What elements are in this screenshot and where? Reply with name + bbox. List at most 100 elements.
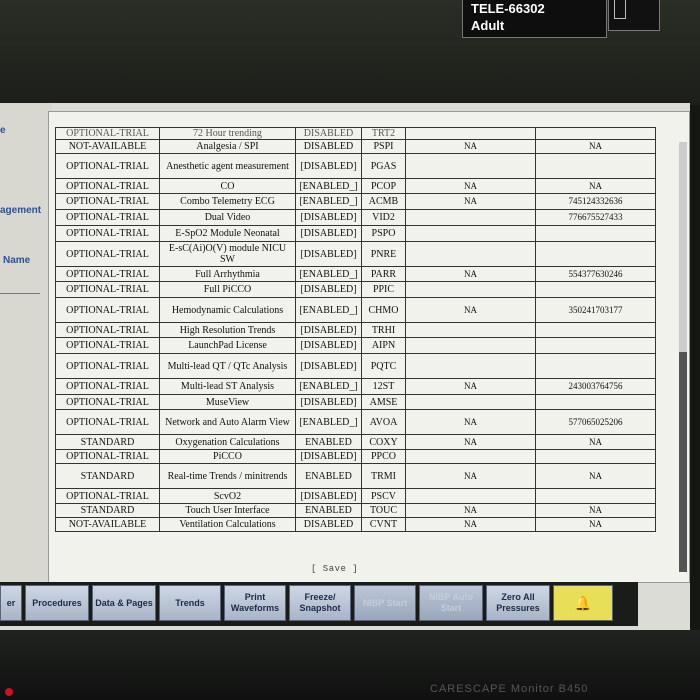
row-status: ENABLED	[295, 434, 362, 450]
row-value-1	[405, 153, 536, 179]
bell-icon: 🔔	[574, 594, 592, 611]
row-status: [DISABLED]	[295, 281, 362, 298]
alarm-silence-button[interactable]: 🔔	[553, 585, 613, 621]
row-feature: PiCCO	[159, 449, 296, 464]
row-status: [DISABLED]	[295, 394, 362, 410]
menu-button-2[interactable]: Data & Pages	[92, 585, 156, 621]
table-row[interactable]: OPTIONAL-TRIAL MuseView [DISABLED] AMSE	[55, 394, 656, 410]
row-value-1: NA	[405, 178, 536, 194]
table-row[interactable]: OPTIONAL-TRIAL CO [ENABLED_] PCOP NA NA	[55, 178, 656, 194]
row-feature: Multi-lead ST Analysis	[159, 378, 296, 395]
row-license-type: OPTIONAL-TRIAL	[55, 225, 160, 242]
row-code: PNRE	[361, 241, 406, 267]
row-license-type: OPTIONAL-TRIAL	[55, 378, 160, 395]
menu-button-6[interactable]: NIBP Start	[354, 585, 416, 621]
patient-info-box[interactable]: TELE-66302 Adult	[462, 0, 607, 38]
row-value-1: NA	[405, 193, 536, 210]
row-value-1	[405, 281, 536, 298]
table-row[interactable]: STANDARD Touch User Interface ENABLED TOUC N…	[55, 503, 656, 518]
table-row[interactable]: NOT-AVAILABLE Ventilation Calculations DIS…	[55, 517, 656, 532]
row-feature: Oxygenation Calculations	[159, 434, 296, 450]
table-row[interactable]: STANDARD Oxygenation Calculations ENABLED C…	[55, 434, 656, 450]
table-row[interactable]: OPTIONAL-TRIAL Dual Video [DISABLED] VID2 77…	[55, 209, 656, 226]
table-row[interactable]: OPTIONAL-TRIAL Network and Auto Alarm Vie…	[55, 409, 656, 435]
menu-button-4[interactable]: Print Waveforms	[224, 585, 286, 621]
row-license-type: OPTIONAL-TRIAL	[55, 449, 160, 464]
row-feature: ScvO2	[159, 488, 296, 504]
row-code: PARR	[361, 266, 406, 282]
row-value-2	[535, 153, 656, 179]
row-status: [DISABLED]	[295, 153, 362, 179]
table-row[interactable]: OPTIONAL-TRIAL LaunchPad License [DISABLED…	[55, 337, 656, 354]
row-value-2: 243003764756	[535, 378, 656, 395]
table-row[interactable]: OPTIONAL-TRIAL E-SpO2 Module Neonatal [DIS…	[55, 225, 656, 242]
table-row[interactable]: OPTIONAL-TRIAL Anesthetic agent measureme…	[55, 153, 656, 179]
row-value-1: NA	[405, 503, 536, 518]
row-code: VID2	[361, 209, 406, 226]
row-value-1	[405, 225, 536, 242]
software-options-dialog: OPTIONAL-TRIAL 72 Hour trending DISABLED…	[48, 111, 690, 583]
table-row[interactable]: OPTIONAL-TRIAL ScvO2 [DISABLED] PSCV	[55, 488, 656, 504]
bottom-menu-bar: er Procedures Data & Pages Trends Print Wave…	[0, 582, 638, 626]
menu-button-1[interactable]: Procedures	[25, 585, 89, 621]
table-row[interactable]: OPTIONAL-TRIAL Multi-lead ST Analysis [ENA…	[55, 378, 656, 395]
row-code: TRHI	[361, 322, 406, 338]
row-code: PSCV	[361, 488, 406, 504]
scrollbar-thumb[interactable]	[679, 352, 687, 572]
row-feature: MuseView	[159, 394, 296, 410]
row-value-2: NA	[535, 517, 656, 532]
row-code: AIPN	[361, 337, 406, 354]
side-label-1: e	[0, 125, 6, 136]
table-row[interactable]: OPTIONAL-TRIAL Multi-lead QT / QTc Analys…	[55, 353, 656, 379]
row-code: PGAS	[361, 153, 406, 179]
row-feature: Multi-lead QT / QTc Analysis	[159, 353, 296, 379]
table-row[interactable]: STANDARD Real-time Trends / minitrends ENA…	[55, 463, 656, 489]
model-label: CARESCAPE Monitor B450	[430, 683, 589, 695]
table-row[interactable]: OPTIONAL-TRIAL E-sC(Ai)O(V) module NICU S…	[55, 241, 656, 267]
row-feature: Hemodynamic Calculations	[159, 297, 296, 323]
row-value-2	[535, 353, 656, 379]
row-status: [ENABLED_]	[295, 409, 362, 435]
row-value-2	[535, 488, 656, 504]
menu-button-0[interactable]: er	[0, 585, 22, 621]
row-value-2	[535, 241, 656, 267]
menu-button-7[interactable]: NIBP Auto Start	[419, 585, 483, 621]
side-label-2: agement	[0, 205, 42, 216]
row-feature: Touch User Interface	[159, 503, 296, 518]
power-indicator-icon	[5, 688, 13, 696]
row-code: CVNT	[361, 517, 406, 532]
row-value-1: NA	[405, 139, 536, 154]
table-row[interactable]: OPTIONAL-TRIAL Full PiCCO [DISABLED] PPIC	[55, 281, 656, 298]
menu-button-5[interactable]: Freeze/ Snapshot	[289, 585, 351, 621]
row-status: [ENABLED_]	[295, 378, 362, 395]
row-feature: Anesthetic agent measurement	[159, 153, 296, 179]
row-value-1: NA	[405, 463, 536, 489]
table-row[interactable]: OPTIONAL-TRIAL High Resolution Trends [DIS…	[55, 322, 656, 338]
row-feature: Real-time Trends / minitrends	[159, 463, 296, 489]
battery-status	[608, 0, 660, 31]
menu-button-3[interactable]: Trends	[159, 585, 221, 621]
table-row[interactable]: NOT-AVAILABLE Analgesia / SPI DISABLED PSPI…	[55, 139, 656, 154]
row-value-1: NA	[405, 297, 536, 323]
table-row[interactable]: OPTIONAL-TRIAL PiCCO [DISABLED] PPCO	[55, 449, 656, 464]
row-value-2: 350241703177	[535, 297, 656, 323]
row-license-type: OPTIONAL-TRIAL	[55, 488, 160, 504]
side-panel: e agement Name	[0, 103, 52, 583]
save-button[interactable]: [ Save ]	[311, 564, 358, 574]
row-value-2: NA	[535, 463, 656, 489]
table-row[interactable]: OPTIONAL-TRIAL Hemodynamic Calculations [E…	[55, 297, 656, 323]
row-value-1	[405, 241, 536, 267]
options-table-wrap[interactable]: OPTIONAL-TRIAL 72 Hour trending DISABLED…	[55, 127, 656, 547]
row-code: TOUC	[361, 503, 406, 518]
row-value-2: 577065025206	[535, 409, 656, 435]
row-code: ACMB	[361, 193, 406, 210]
row-license-type: OPTIONAL-TRIAL	[55, 297, 160, 323]
table-row[interactable]: OPTIONAL-TRIAL Combo Telemetry ECG [ENABLE…	[55, 193, 656, 210]
row-feature: CO	[159, 178, 296, 194]
table-row[interactable]: OPTIONAL-TRIAL Full Arrhythmia [ENABLED_] P…	[55, 266, 656, 282]
menu-button-8[interactable]: Zero All Pressures	[486, 585, 550, 621]
table-scrollbar[interactable]	[679, 142, 687, 572]
row-license-type: OPTIONAL-TRIAL	[55, 178, 160, 194]
row-feature: High Resolution Trends	[159, 322, 296, 338]
row-code: PSPO	[361, 225, 406, 242]
